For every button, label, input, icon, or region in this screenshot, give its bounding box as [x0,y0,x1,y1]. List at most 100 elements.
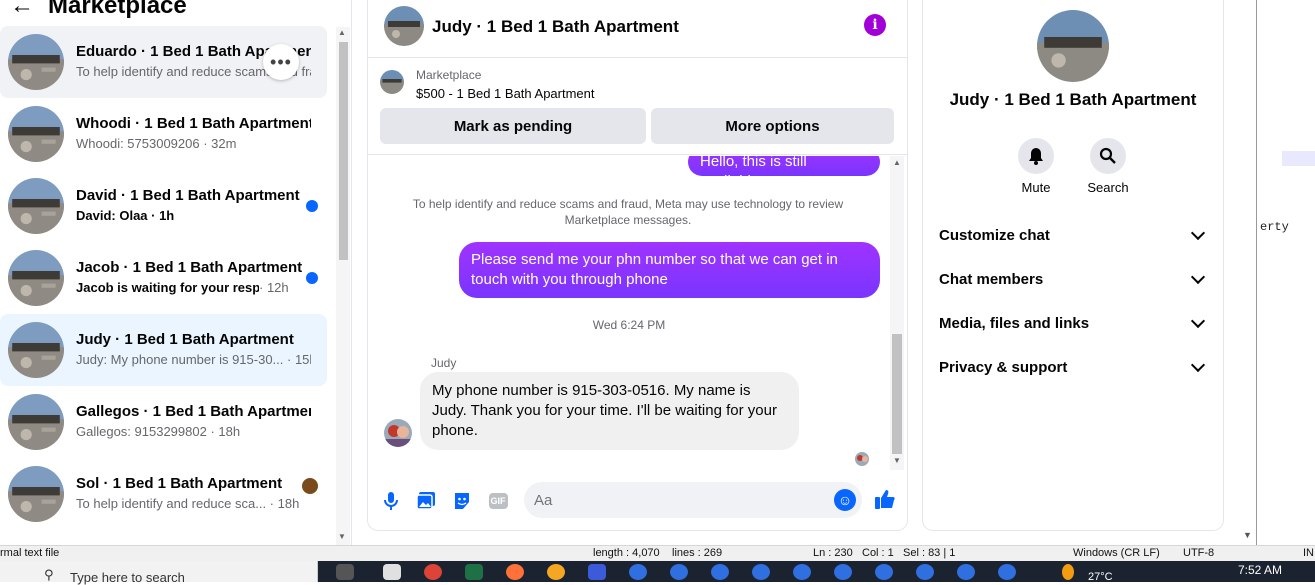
more-options-button[interactable]: More options [651,108,894,144]
gif-icon[interactable]: GIF [487,490,509,512]
sidebar-scroll-thumb[interactable] [339,42,348,260]
edge-icon[interactable] [916,564,934,580]
listing-price[interactable]: $500 - 1 Bed 1 Bath Apartment [416,86,595,101]
avatar[interactable] [1037,10,1109,82]
outgoing-message[interactable]: Hello, this is still available [688,156,880,190]
unread-dot [306,272,318,284]
edge-icon[interactable] [629,564,647,580]
conversation-item[interactable]: Sol · 1 Bed 1 Bath Apartment To help iden… [0,458,327,530]
weather-icon[interactable] [1062,564,1074,580]
insert-mode: IN [1303,547,1314,559]
chrome-icon[interactable] [424,564,442,580]
file-type: rmal text file [0,547,60,559]
media-files-links-row[interactable]: Media, files and links [939,301,1209,345]
edge-icon[interactable] [875,564,893,580]
snippet-text: To help identify and reduce sca... · 18h [76,496,300,511]
app-icon[interactable] [588,564,606,580]
scroll-down-icon[interactable]: ▼ [1243,530,1255,544]
lines-info: lines : 269 [672,547,723,559]
bell-icon[interactable] [1018,138,1054,174]
edge-icon[interactable] [752,564,770,580]
avatar [8,394,64,450]
edge-icon[interactable] [998,564,1016,580]
safety-notice: To help identify and reduce scams and fr… [412,197,844,227]
listing-card: Marketplace $500 - 1 Bed 1 Bath Apartmen… [368,58,907,155]
panel-title: Judy · 1 Bed 1 Bath Apartment [949,90,1197,109]
incoming-message[interactable]: My phone number is 915-303-0516. My name… [420,372,799,450]
conversation-title: Jacob · 1 Bed 1 Bath Apartment [76,259,303,276]
scroll-up-icon[interactable]: ▲ [893,158,901,167]
conversation-item[interactable]: Judy · 1 Bed 1 Bath Apartment Judy: My ph… [0,314,327,386]
firefox-icon[interactable] [506,564,524,580]
weather-temp[interactable]: 27°C [1088,571,1113,583]
conversation-title: Judy · 1 Bed 1 Bath Apartment [76,331,294,348]
snippet-text: Judy: My phone number is 915-30... · 15h [76,352,311,367]
edge-icon[interactable] [834,564,852,580]
edge-icon[interactable] [670,564,688,580]
search-button[interactable]: Search [1078,138,1138,195]
avatar[interactable] [384,419,412,447]
sticker-icon[interactable] [451,490,473,512]
edge-icon[interactable] [793,564,811,580]
seen-avatar [302,478,318,494]
editor-status-bar: rmal text file length : 4,070 lines : 26… [0,545,1315,561]
privacy-support-row[interactable]: Privacy & support [939,345,1209,389]
chat-members-row[interactable]: Chat members [939,257,1209,301]
taskbar-search[interactable]: ⚲ Type here to search [0,561,318,585]
message-input[interactable] [534,482,814,518]
message-input-box[interactable]: ☺ [524,482,862,518]
chevron-down-icon [1190,225,1206,241]
excel-icon[interactable] [465,564,483,580]
unread-dot [306,200,318,212]
mark-as-pending-button[interactable]: Mark as pending [380,108,646,144]
listing-thumbnail[interactable] [380,70,404,94]
more-options-icon[interactable]: ••• [263,44,299,80]
outgoing-message[interactable]: Please send me your phn number so that w… [459,242,880,298]
chat-title[interactable]: Judy · 1 Bed 1 Bath Apartment [432,17,679,37]
app-icon[interactable] [547,564,565,580]
back-arrow-icon[interactable]: ← [10,0,34,20]
thread-scroll-thumb[interactable] [892,334,902,454]
info-icon[interactable]: i [864,14,886,36]
snippet-text: Jacob is waiting for your resp... [76,280,259,295]
task-view-icon[interactable] [336,564,354,580]
search-icon[interactable] [1090,138,1126,174]
scroll-up-icon[interactable]: ▲ [338,28,346,37]
conversation-title: David · 1 Bed 1 Bath Apartment [76,187,300,204]
mute-label: Mute [1021,180,1051,195]
background-editor [1256,0,1315,545]
app-icon[interactable] [383,564,401,580]
conversation-item[interactable]: David · 1 Bed 1 Bath Apartment David: Ola… [0,170,327,242]
thumbs-up-icon[interactable] [874,488,896,510]
search-label: Search [1087,180,1129,195]
chat-header: Judy · 1 Bed 1 Bath Apartment i [368,0,907,58]
photo-icon[interactable] [415,490,437,512]
conversation-title: Sol · 1 Bed 1 Bath Apartment [76,475,283,492]
message-thread: Hello, this is still available To help i… [368,156,894,470]
conversation-snippet: To help identify and reduce sca... · 18h [76,496,311,511]
conversation-title: Gallegos · 1 Bed 1 Bath Apartment [76,403,311,420]
editor-highlight [1282,151,1315,166]
avatar [8,250,64,306]
clock[interactable]: 7:52 AM [1238,563,1282,577]
customize-chat-row[interactable]: Customize chat [939,213,1209,257]
edge-icon[interactable] [711,564,729,580]
conversation-item[interactable]: Jacob · 1 Bed 1 Bath Apartment Jacob is w… [0,242,327,314]
conversation-item[interactable]: Whoodi · 1 Bed 1 Bath Apartment Whoodi: 5… [0,98,327,170]
snippet-time: · 12h [259,280,289,295]
conversation-snippet: Whoodi: 5753009206 · 32m [76,136,311,151]
scroll-down-icon[interactable]: ▼ [893,456,901,465]
scroll-down-icon[interactable]: ▼ [338,532,346,541]
seen-indicator [855,452,869,466]
window-edge [1256,0,1257,545]
edge-icon[interactable] [957,564,975,580]
avatar [8,322,64,378]
conversation-item[interactable]: Gallegos · 1 Bed 1 Bath Apartment Gallego… [0,386,327,458]
emoji-icon[interactable]: ☺ [834,489,856,511]
avatar[interactable] [384,6,424,46]
conversation-snippet: David: Olaa · 1h [76,208,311,223]
microphone-icon[interactable] [380,490,402,512]
chevron-down-icon [1190,269,1206,285]
conversation-item[interactable]: Eduardo · 1 Bed 1 Bath Apartment To help … [0,26,327,98]
mute-button[interactable]: Mute [1006,138,1066,195]
